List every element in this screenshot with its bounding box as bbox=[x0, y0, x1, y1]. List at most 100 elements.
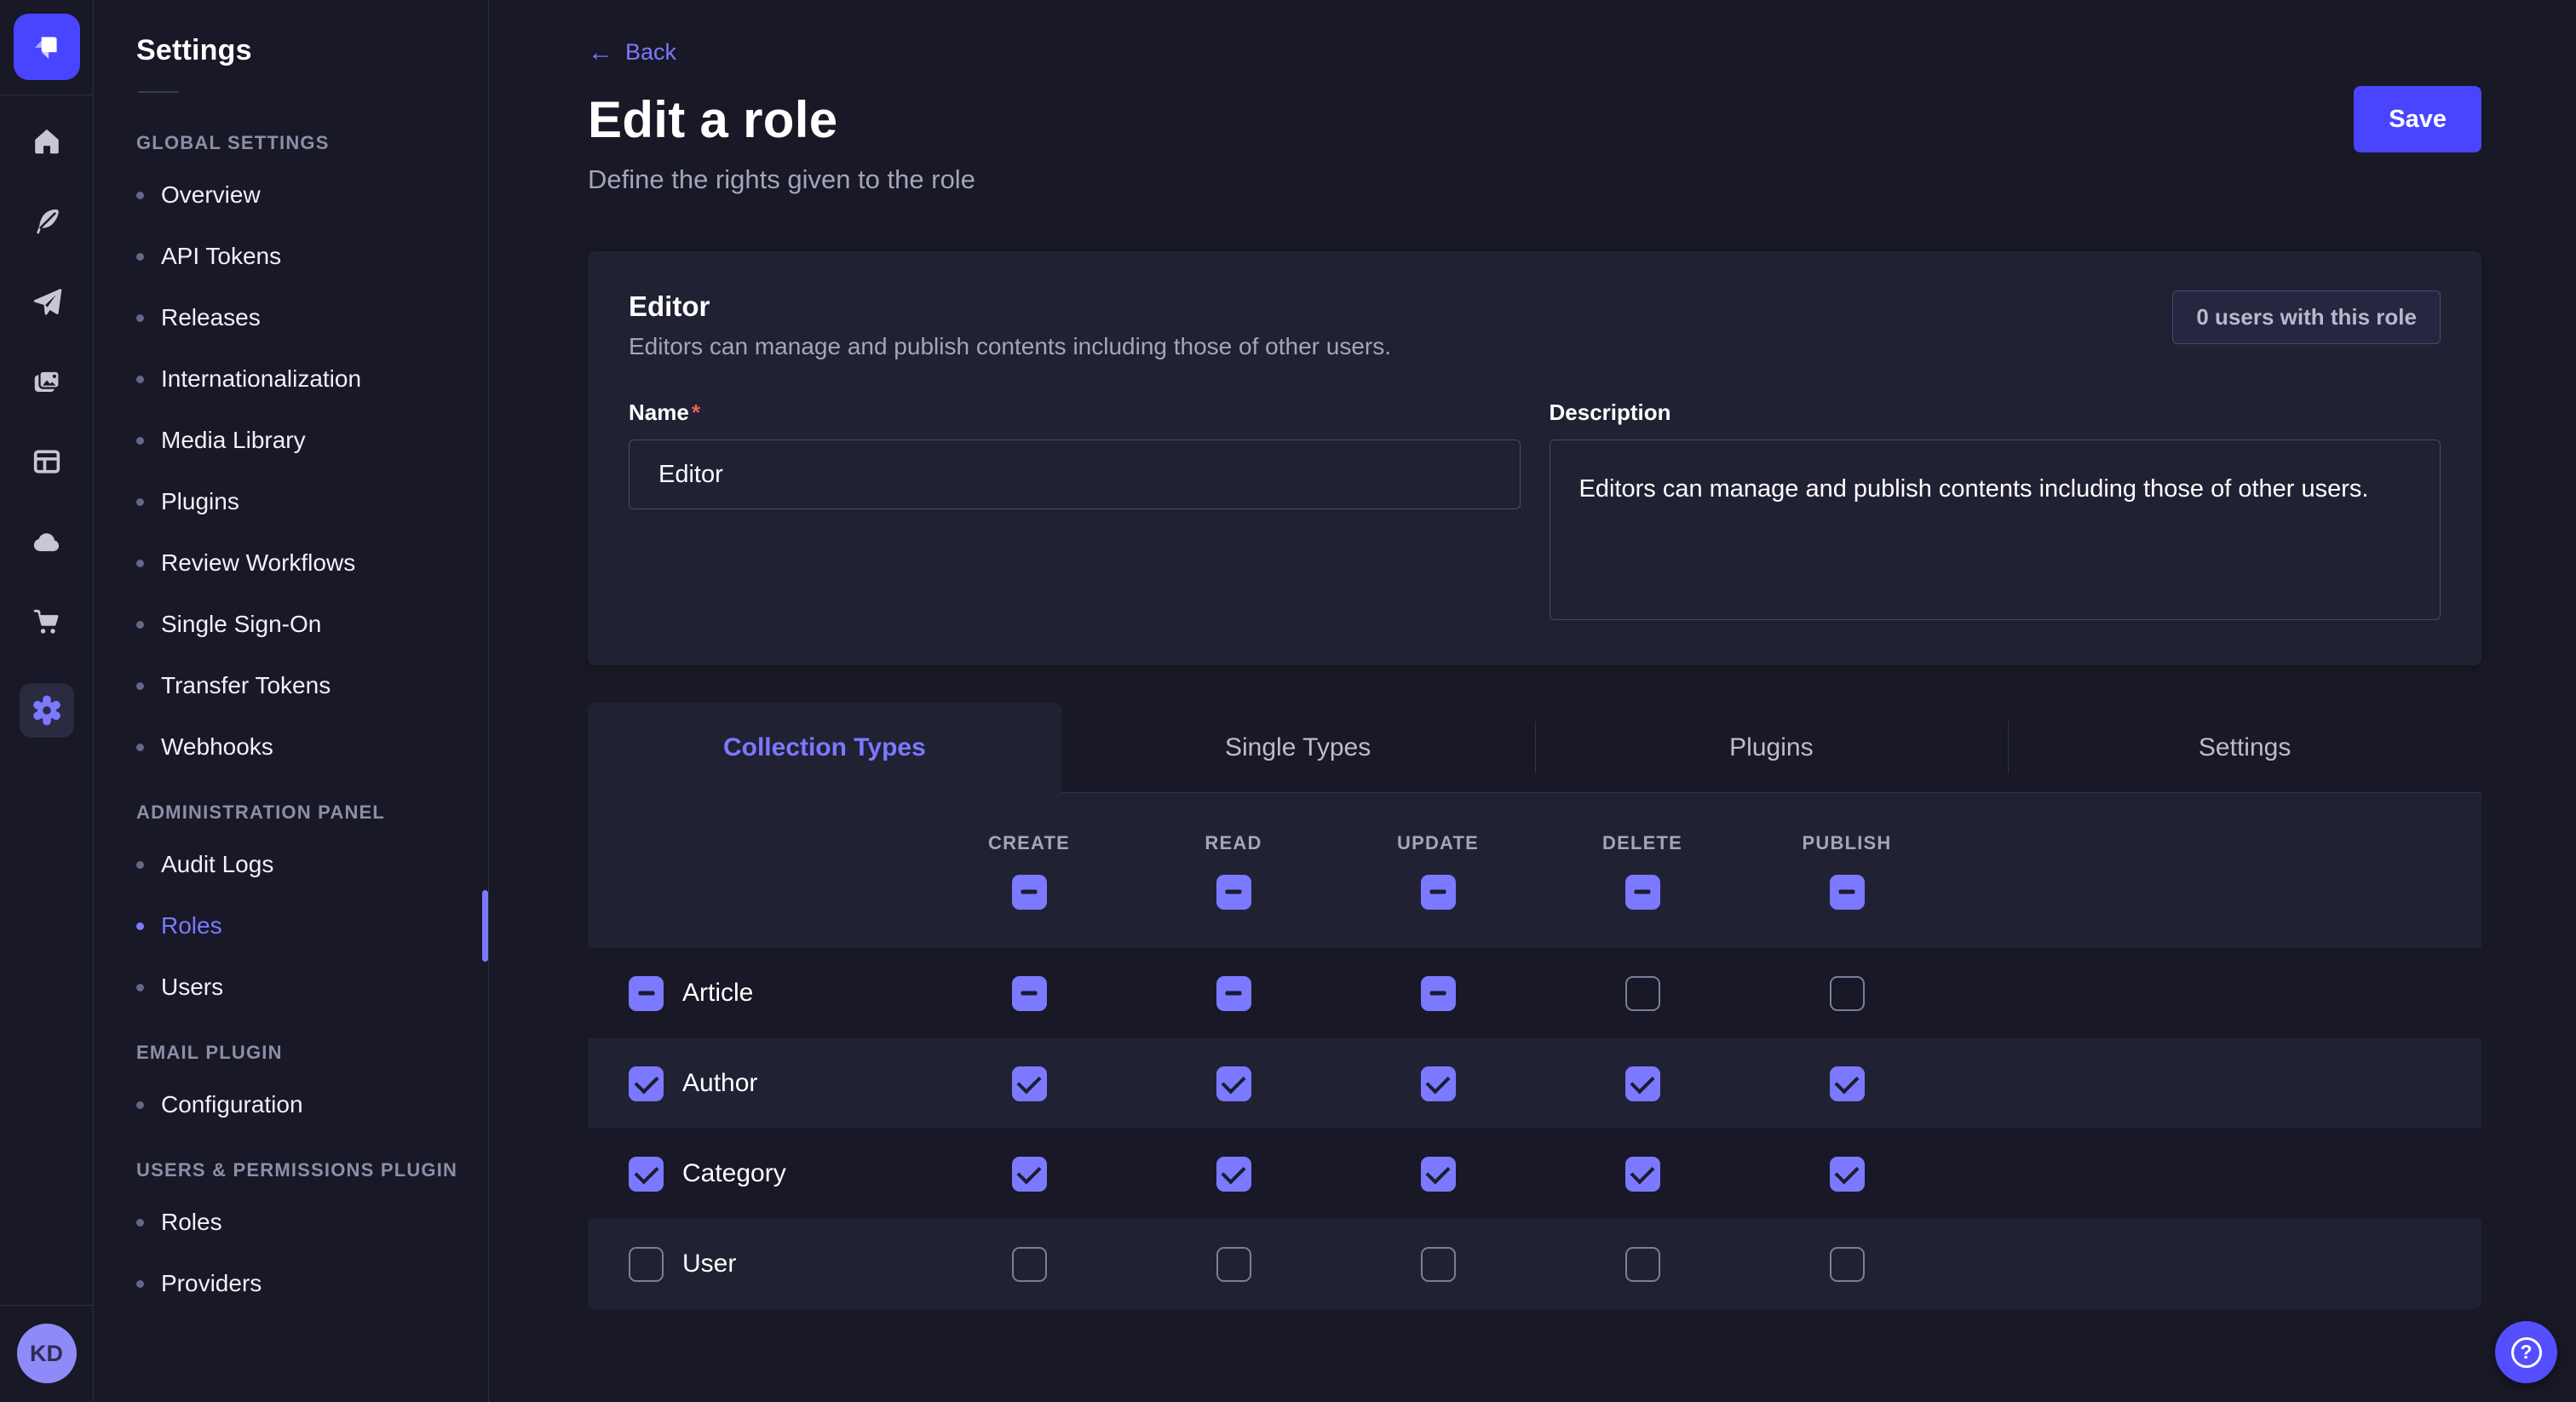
bullet-icon bbox=[136, 922, 144, 930]
permissions-card: Collection Types Single Types Plugins Se… bbox=[588, 703, 2481, 1309]
sidebar-item-roles-up[interactable]: Roles bbox=[136, 1192, 488, 1253]
row-label: Category bbox=[682, 1159, 786, 1188]
row-checkbox[interactable] bbox=[629, 976, 664, 1011]
user-delete-checkbox[interactable] bbox=[1625, 1247, 1660, 1282]
home-icon[interactable] bbox=[28, 123, 66, 160]
help-button[interactable] bbox=[2495, 1321, 2557, 1383]
strapi-logo-icon bbox=[29, 29, 65, 65]
page-subtitle: Define the rights given to the role bbox=[588, 164, 2481, 195]
tab-collection-types[interactable]: Collection Types bbox=[588, 703, 1061, 793]
column-publish: PUBLISH bbox=[1745, 832, 1949, 910]
role-details-card: Editor Editors can manage and publish co… bbox=[588, 251, 2481, 665]
column-create: CREATE bbox=[927, 832, 1131, 910]
permissions-table: CREATE READ UPDATE DELETE PUBLISH bbox=[588, 793, 2481, 1309]
column-delete: DELETE bbox=[1540, 832, 1745, 910]
user-update-checkbox[interactable] bbox=[1421, 1247, 1456, 1282]
role-card-subtitle: Editors can manage and publish contents … bbox=[629, 333, 1391, 360]
description-textarea[interactable] bbox=[1550, 440, 2441, 620]
sidebar-item-providers[interactable]: Providers bbox=[136, 1253, 488, 1314]
sidebar-item-roles-admin[interactable]: Roles bbox=[136, 895, 488, 957]
required-asterisk: * bbox=[692, 399, 700, 425]
sidebar-item-users[interactable]: Users bbox=[136, 957, 488, 1018]
select-all-publish-checkbox[interactable] bbox=[1830, 875, 1865, 910]
settings-sidebar: Settings GLOBAL SETTINGS Overview API To… bbox=[94, 0, 489, 1402]
category-create-checkbox[interactable] bbox=[1012, 1157, 1047, 1192]
content-type-layout-icon[interactable] bbox=[28, 443, 66, 480]
settings-gear-icon[interactable] bbox=[20, 683, 74, 738]
author-update-checkbox[interactable] bbox=[1421, 1066, 1456, 1101]
send-plane-icon[interactable] bbox=[28, 283, 66, 320]
avatar[interactable]: KD bbox=[17, 1324, 77, 1383]
article-delete-checkbox[interactable] bbox=[1625, 976, 1660, 1011]
save-button[interactable]: Save bbox=[2354, 86, 2481, 152]
bullet-icon bbox=[136, 984, 144, 991]
row-checkbox[interactable] bbox=[629, 1066, 664, 1101]
sidebar-item-releases[interactable]: Releases bbox=[136, 287, 488, 348]
bullet-icon bbox=[136, 560, 144, 567]
bullet-icon bbox=[136, 621, 144, 629]
user-create-checkbox[interactable] bbox=[1012, 1247, 1047, 1282]
bullet-icon bbox=[136, 1280, 144, 1288]
sidebar-item-transfer-tokens[interactable]: Transfer Tokens bbox=[136, 655, 488, 716]
bullet-icon bbox=[136, 192, 144, 199]
select-all-create-checkbox[interactable] bbox=[1012, 875, 1047, 910]
tab-single-types[interactable]: Single Types bbox=[1061, 703, 1535, 793]
sidebar-item-overview[interactable]: Overview bbox=[136, 164, 488, 226]
content-feather-icon[interactable] bbox=[28, 203, 66, 240]
author-delete-checkbox[interactable] bbox=[1625, 1066, 1660, 1101]
column-read: READ bbox=[1131, 832, 1336, 910]
permissions-tabbar: Collection Types Single Types Plugins Se… bbox=[588, 703, 2481, 793]
name-input[interactable] bbox=[629, 440, 1521, 509]
description-label: Description bbox=[1550, 399, 1671, 425]
sidebar-title: Settings bbox=[136, 34, 488, 67]
category-publish-checkbox[interactable] bbox=[1830, 1157, 1865, 1192]
sidebar-item-internationalization[interactable]: Internationalization bbox=[136, 348, 488, 410]
category-update-checkbox[interactable] bbox=[1421, 1157, 1456, 1192]
sidebar-item-media-library[interactable]: Media Library bbox=[136, 410, 488, 471]
table-row-author: Author bbox=[588, 1038, 2481, 1129]
sidebar-item-configuration[interactable]: Configuration bbox=[136, 1074, 488, 1135]
sidebar-item-plugins[interactable]: Plugins bbox=[136, 471, 488, 532]
row-checkbox[interactable] bbox=[629, 1247, 664, 1282]
article-publish-checkbox[interactable] bbox=[1830, 976, 1865, 1011]
author-read-checkbox[interactable] bbox=[1216, 1066, 1251, 1101]
sidebar-item-single-sign-on[interactable]: Single Sign-On bbox=[136, 594, 488, 655]
bullet-icon bbox=[136, 253, 144, 261]
media-pictures-icon[interactable] bbox=[28, 363, 66, 400]
select-all-delete-checkbox[interactable] bbox=[1625, 875, 1660, 910]
select-all-update-checkbox[interactable] bbox=[1421, 875, 1456, 910]
back-link[interactable]: Back bbox=[588, 39, 676, 66]
user-read-checkbox[interactable] bbox=[1216, 1247, 1251, 1282]
sidebar-item-audit-logs[interactable]: Audit Logs bbox=[136, 834, 488, 895]
article-create-checkbox[interactable] bbox=[1012, 976, 1047, 1011]
table-row-user: User bbox=[588, 1219, 2481, 1309]
user-publish-checkbox[interactable] bbox=[1830, 1247, 1865, 1282]
category-delete-checkbox[interactable] bbox=[1625, 1157, 1660, 1192]
bullet-icon bbox=[136, 1219, 144, 1227]
icon-rail: KD bbox=[0, 0, 94, 1402]
section-header-global-settings: GLOBAL SETTINGS bbox=[136, 132, 488, 154]
author-publish-checkbox[interactable] bbox=[1830, 1066, 1865, 1101]
author-create-checkbox[interactable] bbox=[1012, 1066, 1047, 1101]
row-label: Article bbox=[682, 979, 753, 1008]
rail-user-area: KD bbox=[0, 1305, 93, 1402]
sidebar-item-webhooks[interactable]: Webhooks bbox=[136, 716, 488, 778]
marketplace-cart-icon[interactable] bbox=[28, 603, 66, 641]
sidebar-item-api-tokens[interactable]: API Tokens bbox=[136, 226, 488, 287]
select-all-read-checkbox[interactable] bbox=[1216, 875, 1251, 910]
row-label: Author bbox=[682, 1069, 757, 1098]
article-read-checkbox[interactable] bbox=[1216, 976, 1251, 1011]
sidebar-item-review-workflows[interactable]: Review Workflows bbox=[136, 532, 488, 594]
row-label: User bbox=[682, 1250, 736, 1278]
section-header-users-permissions-plugin: USERS & PERMISSIONS PLUGIN bbox=[136, 1159, 488, 1181]
tab-settings[interactable]: Settings bbox=[2008, 703, 2481, 793]
strapi-logo[interactable] bbox=[14, 14, 80, 80]
row-checkbox[interactable] bbox=[629, 1157, 664, 1192]
bullet-icon bbox=[136, 498, 144, 506]
bullet-icon bbox=[136, 1101, 144, 1109]
permissions-table-header: CREATE READ UPDATE DELETE PUBLISH bbox=[588, 793, 2481, 948]
cloud-icon[interactable] bbox=[28, 523, 66, 560]
category-read-checkbox[interactable] bbox=[1216, 1157, 1251, 1192]
article-update-checkbox[interactable] bbox=[1421, 976, 1456, 1011]
tab-plugins[interactable]: Plugins bbox=[1535, 703, 2009, 793]
